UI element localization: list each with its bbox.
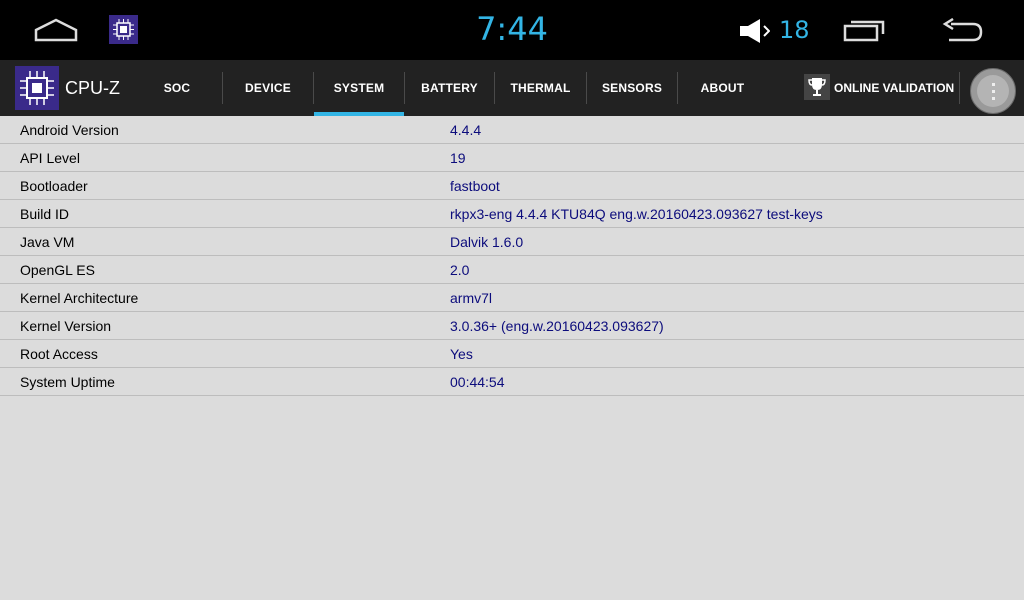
app-bar: CPU-Z SOC DEVICE SYSTEM BATTERY THERMAL … bbox=[0, 60, 1024, 116]
cpu-z-logo-icon bbox=[15, 66, 59, 110]
row-label: Bootloader bbox=[20, 178, 88, 194]
row-label: API Level bbox=[20, 150, 80, 166]
row-value: rkpx3-eng 4.4.4 KTU84Q eng.w.20160423.09… bbox=[450, 206, 823, 222]
trophy-icon bbox=[804, 74, 830, 100]
table-row: Android Version 4.4.4 bbox=[0, 116, 1024, 144]
row-label: Kernel Version bbox=[20, 318, 112, 334]
tab-device[interactable]: DEVICE bbox=[223, 60, 313, 116]
recent-apps-icon[interactable] bbox=[843, 18, 885, 47]
row-label: Java VM bbox=[20, 234, 75, 250]
back-icon[interactable] bbox=[941, 17, 983, 49]
table-row: OpenGL ES 2.0 bbox=[0, 256, 1024, 284]
overflow-menu-icon bbox=[977, 75, 1009, 107]
tab-system[interactable]: SYSTEM bbox=[314, 60, 404, 116]
row-label: System Uptime bbox=[20, 374, 115, 390]
volume-icon[interactable] bbox=[740, 17, 771, 50]
table-row: Build ID rkpx3-eng 4.4.4 KTU84Q eng.w.20… bbox=[0, 200, 1024, 228]
row-label: Root Access bbox=[20, 346, 98, 362]
row-label: Kernel Architecture bbox=[20, 290, 139, 306]
row-label: Build ID bbox=[20, 206, 70, 222]
volume-level: 18 bbox=[779, 16, 810, 44]
table-row: Bootloader fastboot bbox=[0, 172, 1024, 200]
tab-about[interactable]: ABOUT bbox=[678, 60, 767, 116]
table-row: Java VM Dalvik 1.6.0 bbox=[0, 228, 1024, 256]
tab-divider bbox=[959, 72, 960, 104]
app-title: CPU-Z bbox=[65, 78, 120, 98]
status-bar: 7:44 18 bbox=[0, 0, 1024, 60]
tab-battery[interactable]: BATTERY bbox=[405, 60, 494, 116]
table-row: Kernel Architecture armv7l bbox=[0, 284, 1024, 312]
online-validation-label: ONLINE VALIDATION bbox=[834, 81, 955, 95]
row-label: OpenGL ES bbox=[20, 262, 95, 278]
tab-sensors[interactable]: SENSORS bbox=[587, 60, 677, 116]
row-value: fastboot bbox=[450, 178, 500, 194]
tab-thermal[interactable]: THERMAL bbox=[495, 60, 586, 116]
row-label: Android Version bbox=[20, 122, 119, 138]
row-value: Dalvik 1.6.0 bbox=[450, 234, 524, 250]
overflow-menu-button[interactable] bbox=[970, 68, 1016, 114]
tab-soc[interactable]: SOC bbox=[132, 60, 222, 116]
row-value: Yes bbox=[450, 346, 473, 362]
row-value: armv7l bbox=[450, 290, 493, 306]
row-value: 00:44:54 bbox=[450, 374, 505, 390]
table-row: Kernel Version 3.0.36+ (eng.w.20160423.0… bbox=[0, 312, 1024, 340]
table-row: Root Access Yes bbox=[0, 340, 1024, 368]
system-info-table: Android Version 4.4.4 API Level 19 Bootl… bbox=[0, 116, 1024, 396]
table-row: API Level 19 bbox=[0, 144, 1024, 172]
row-value: 3.0.36+ (eng.w.20160423.093627) bbox=[450, 318, 664, 334]
row-value: 4.4.4 bbox=[450, 122, 482, 138]
table-row: System Uptime 00:44:54 bbox=[0, 368, 1024, 396]
row-value: 19 bbox=[450, 150, 466, 166]
row-value: 2.0 bbox=[450, 262, 470, 278]
